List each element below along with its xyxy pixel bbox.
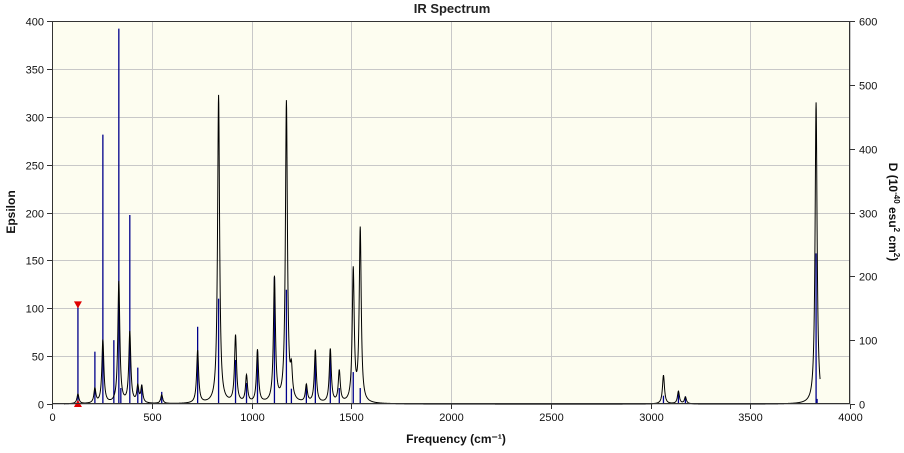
right-axis-label: D (10-40 esu2 cm2) [886, 163, 901, 262]
right-tick-label: 100 [859, 336, 877, 348]
x-axis-ticks: 0 500 1000 1500 2000 2500 3000 3500 4000 [49, 404, 863, 424]
left-tick-label: 300 [26, 113, 44, 125]
x-tick-label: 3000 [639, 412, 663, 424]
left-tick-label: 100 [26, 304, 44, 316]
ir-spectrum-chart: IR Spectrum 0 500 1000 1500 2000 2500 3000 3500… [0, 0, 904, 448]
right-tick-label: 600 [859, 17, 877, 29]
left-tick-label: 200 [26, 209, 44, 221]
chart-title: IR Spectrum [414, 1, 491, 16]
right-axis-label-mid: esu [886, 204, 900, 228]
right-axis-ticks: 0 100 200 300 400 500 600 [850, 17, 877, 412]
x-axis-label: Frequency (cm⁻¹) [406, 432, 506, 446]
left-tick-label: 50 [32, 352, 44, 364]
x-tick-label: 2500 [539, 412, 563, 424]
left-tick-label: 150 [26, 256, 44, 268]
right-tick-label: 400 [859, 145, 877, 157]
right-tick-label: 300 [859, 209, 877, 221]
chart-svg: IR Spectrum 0 500 1000 1500 2000 2500 3000 3500… [4, 1, 901, 446]
right-axis-label-exp1: -40 [892, 192, 901, 204]
right-tick-label: 200 [859, 272, 877, 284]
left-tick-label: 400 [26, 17, 44, 29]
left-axis-ticks: 0 50 100 150 200 250 300 350 400 [26, 17, 52, 412]
x-tick-label: 3500 [738, 412, 762, 424]
right-axis-label-base: D (10 [886, 163, 900, 193]
left-axis-label: Epsilon [4, 190, 18, 233]
left-tick-label: 250 [26, 161, 44, 173]
right-axis-label-tail: cm [886, 232, 900, 253]
x-tick-label: 0 [49, 412, 55, 424]
left-tick-label: 0 [38, 400, 44, 412]
right-tick-label: 500 [859, 81, 877, 93]
right-tick-label: 0 [859, 400, 865, 412]
x-tick-label: 1500 [339, 412, 363, 424]
x-tick-label: 4000 [838, 412, 862, 424]
right-axis-label-close: ) [886, 257, 900, 261]
x-tick-label: 1000 [240, 412, 264, 424]
x-tick-label: 500 [143, 412, 161, 424]
x-tick-label: 2000 [439, 412, 463, 424]
left-tick-label: 350 [26, 65, 44, 77]
